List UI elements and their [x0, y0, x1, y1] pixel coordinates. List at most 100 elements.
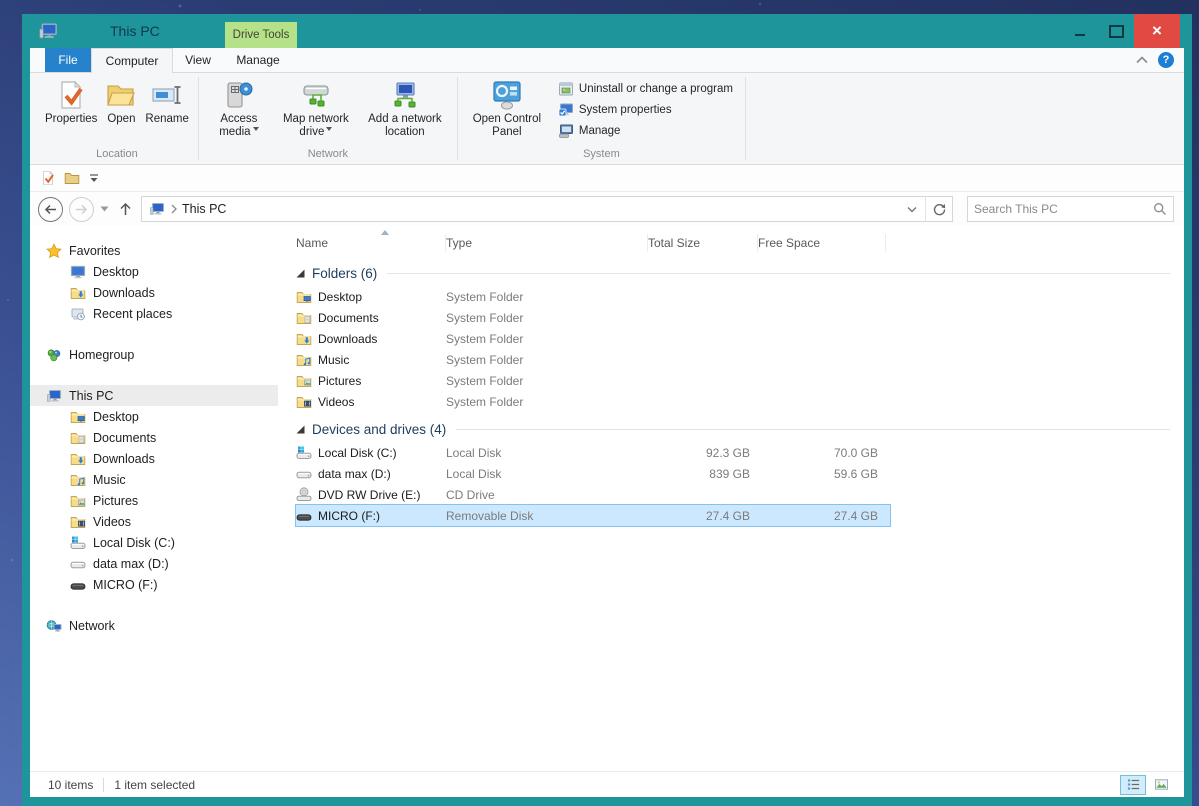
drive-tools-contextual-tab[interactable]: Drive Tools: [225, 22, 297, 48]
open-control-panel-button[interactable]: Open Control Panel: [464, 76, 550, 142]
file-row-dvd-rw-drive-e[interactable]: DVD RW Drive (E:) CD Drive: [296, 484, 890, 505]
explorer-window: This PC Drive Tools × File Computer View…: [22, 14, 1192, 806]
properties-button[interactable]: Properties: [42, 76, 100, 129]
uninstall-icon: [558, 81, 574, 97]
tab-view[interactable]: View: [173, 48, 223, 72]
total-size-value: 27.4 GB: [705, 508, 750, 523]
tab-file[interactable]: File: [45, 48, 91, 72]
window-title: This PC: [110, 23, 160, 39]
sidebar-item-desktop[interactable]: Desktop: [30, 406, 278, 427]
sidebar-item-label: Desktop: [93, 264, 139, 279]
sidebar-item-favorites[interactable]: Favorites: [30, 240, 278, 261]
help-icon[interactable]: ?: [1158, 52, 1174, 68]
ribbon: Properties Open Rename Location Access m…: [30, 73, 1184, 165]
ribbon-group-system: Open Control Panel Uninstall or change a…: [460, 73, 743, 164]
column-header-total-size[interactable]: Total Size: [648, 234, 758, 252]
search-input[interactable]: [968, 202, 1153, 216]
sidebar-item-downloads[interactable]: Downloads: [30, 448, 278, 469]
search-icon[interactable]: [1153, 202, 1167, 216]
rename-button[interactable]: Rename: [142, 76, 191, 129]
tab-computer[interactable]: Computer: [91, 48, 173, 73]
sidebar-item-label: MICRO (F:): [93, 577, 158, 592]
qat-new-folder-icon[interactable]: [64, 170, 80, 186]
customize-qat-icon[interactable]: [88, 173, 100, 183]
file-name-label: Music: [318, 352, 350, 367]
breadcrumb-chevron-icon[interactable]: [170, 204, 178, 214]
file-name-label: MICRO (F:): [318, 508, 380, 523]
file-name-label: Videos: [318, 394, 355, 409]
folder-docs-icon: [296, 310, 312, 326]
sidebar-item-downloads[interactable]: Downloads: [30, 282, 278, 303]
minimize-icon: [1075, 34, 1085, 36]
add-network-location-button[interactable]: Add a network location: [359, 76, 451, 142]
sidebar-item-micro-f[interactable]: MICRO (F:): [30, 574, 278, 595]
close-button[interactable]: ×: [1134, 14, 1180, 48]
collapse-ribbon-icon[interactable]: [1136, 56, 1148, 64]
file-row-downloads[interactable]: Downloads System Folder: [296, 328, 890, 349]
folder-docs-icon: [70, 430, 86, 446]
column-header-free-space[interactable]: Free Space: [758, 234, 886, 252]
drive-tools-label: Drive Tools: [232, 29, 290, 41]
file-row-documents[interactable]: Documents System Folder: [296, 307, 890, 328]
back-button[interactable]: [38, 196, 63, 222]
usb-drive-icon: [70, 577, 86, 593]
sidebar-item-music[interactable]: Music: [30, 469, 278, 490]
sidebar-item-documents[interactable]: Documents: [30, 427, 278, 448]
sidebar-item-label: Downloads: [93, 451, 155, 466]
thumbnail-view-button[interactable]: [1148, 775, 1174, 795]
uninstall-program-button[interactable]: Uninstall or change a program: [558, 80, 733, 98]
drive-icon: [296, 466, 312, 482]
refresh-button[interactable]: [926, 197, 952, 221]
tab-manage[interactable]: Manage: [223, 48, 293, 72]
file-row-desktop[interactable]: Desktop System Folder: [296, 286, 890, 307]
homegroup-icon: [46, 347, 62, 363]
breadcrumb[interactable]: This PC: [182, 202, 226, 216]
column-header-type[interactable]: Type: [446, 234, 648, 252]
ribbon-tab-strip: File Computer View Manage ?: [30, 48, 1184, 73]
access-media-button[interactable]: Access media: [205, 76, 273, 142]
folder-down-icon: [70, 285, 86, 301]
title-bar[interactable]: This PC Drive Tools ×: [30, 14, 1184, 48]
sidebar-item-local-disk-c[interactable]: Local Disk (C:): [30, 532, 278, 553]
file-type-label: System Folder: [446, 352, 524, 367]
manage-icon: [558, 123, 574, 139]
address-bar[interactable]: This PC: [141, 196, 953, 222]
rename-icon: [151, 79, 183, 111]
file-row-local-disk-c[interactable]: Local Disk (C:) Local Disk 92.3 GB 70.0 GB: [296, 442, 890, 463]
sidebar-item-pictures[interactable]: Pictures: [30, 490, 278, 511]
file-row-pictures[interactable]: Pictures System Folder: [296, 370, 890, 391]
maximize-button[interactable]: [1098, 14, 1134, 48]
sidebar-item-network[interactable]: Network: [30, 615, 278, 636]
system-properties-button[interactable]: System properties: [558, 101, 733, 119]
forward-button[interactable]: [69, 196, 94, 222]
folder-videos-icon: [70, 514, 86, 530]
sidebar-item-recent-places[interactable]: Recent places: [30, 303, 278, 324]
file-row-micro-f[interactable]: MICRO (F:) Removable Disk 27.4 GB 27.4 GB: [295, 504, 891, 527]
group-header-devices-and-drives-4[interactable]: Devices and drives (4): [296, 416, 1184, 442]
minimize-button[interactable]: [1062, 14, 1098, 48]
column-header-name[interactable]: Name: [296, 234, 446, 252]
desktop-wallpaper: This PC Drive Tools × File Computer View…: [0, 0, 1199, 806]
recent-locations-icon[interactable]: [100, 206, 109, 212]
ribbon-group-network: Access media Map network drive Add a net…: [201, 73, 455, 164]
manage-button[interactable]: Manage: [558, 122, 733, 140]
sidebar-item-label: Network: [69, 618, 115, 633]
details-view-button[interactable]: [1120, 774, 1146, 795]
file-row-data-max-d[interactable]: data max (D:) Local Disk 839 GB 59.6 GB: [296, 463, 890, 484]
sidebar-item-desktop[interactable]: Desktop: [30, 261, 278, 282]
open-button[interactable]: Open: [102, 76, 140, 129]
address-dropdown-icon[interactable]: [899, 197, 925, 221]
qat-properties-icon[interactable]: [40, 170, 56, 186]
map-network-drive-button[interactable]: Map network drive: [275, 76, 357, 142]
up-button[interactable]: [115, 199, 135, 219]
file-row-videos[interactable]: Videos System Folder: [296, 391, 890, 412]
sidebar-item-this-pc[interactable]: This PC: [30, 385, 278, 406]
sidebar-item-homegroup[interactable]: Homegroup: [30, 344, 278, 365]
group-header-folders-6[interactable]: Folders (6): [296, 260, 1184, 286]
search-box[interactable]: [967, 196, 1174, 222]
sidebar-item-videos[interactable]: Videos: [30, 511, 278, 532]
sidebar-item-label: Music: [93, 472, 126, 487]
file-name-label: Desktop: [318, 289, 363, 304]
sidebar-item-data-max-d[interactable]: data max (D:): [30, 553, 278, 574]
file-row-music[interactable]: Music System Folder: [296, 349, 890, 370]
